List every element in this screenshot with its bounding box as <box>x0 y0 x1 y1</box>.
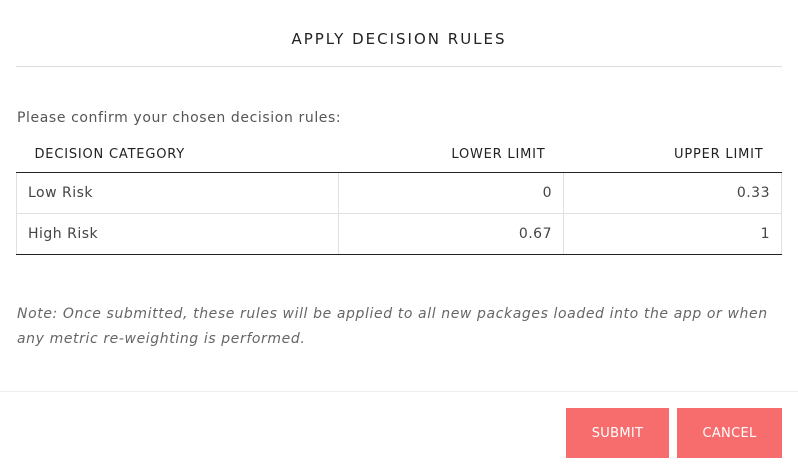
footer-divider <box>0 391 798 392</box>
submission-note: Note: Once submitted, these rules will b… <box>17 306 768 347</box>
row-lower-limit: 0 <box>338 172 564 214</box>
row-lower-limit: 0.67 <box>338 213 564 255</box>
row-upper-limit: 1 <box>563 213 782 255</box>
submit-button[interactable]: SUBMIT <box>566 408 669 458</box>
table-header-row: DECISION CATEGORY LOWER LIMIT UPPER LIMI… <box>16 136 782 173</box>
row-upper-limit: 0.33 <box>563 172 782 214</box>
confirm-prompt: Please confirm your chosen decision rule… <box>17 110 342 126</box>
table-row: High Risk 0.67 1 <box>16 213 782 255</box>
row-category: Low Risk <box>16 172 339 214</box>
apply-decision-rules-dialog: APPLY DECISION RULES Please confirm your… <box>0 0 798 473</box>
dialog-title: APPLY DECISION RULES <box>291 30 507 48</box>
title-divider <box>16 66 782 67</box>
header-upper-limit: UPPER LIMIT <box>563 136 782 173</box>
row-category: High Risk <box>16 213 339 255</box>
decision-rules-table: DECISION CATEGORY LOWER LIMIT UPPER LIMI… <box>16 136 782 255</box>
header-decision-category: DECISION CATEGORY <box>16 136 339 173</box>
header-lower-limit: LOWER LIMIT <box>338 136 564 173</box>
cancel-button[interactable]: CANCEL <box>677 408 782 458</box>
table-row: Low Risk 0 0.33 <box>16 172 782 214</box>
